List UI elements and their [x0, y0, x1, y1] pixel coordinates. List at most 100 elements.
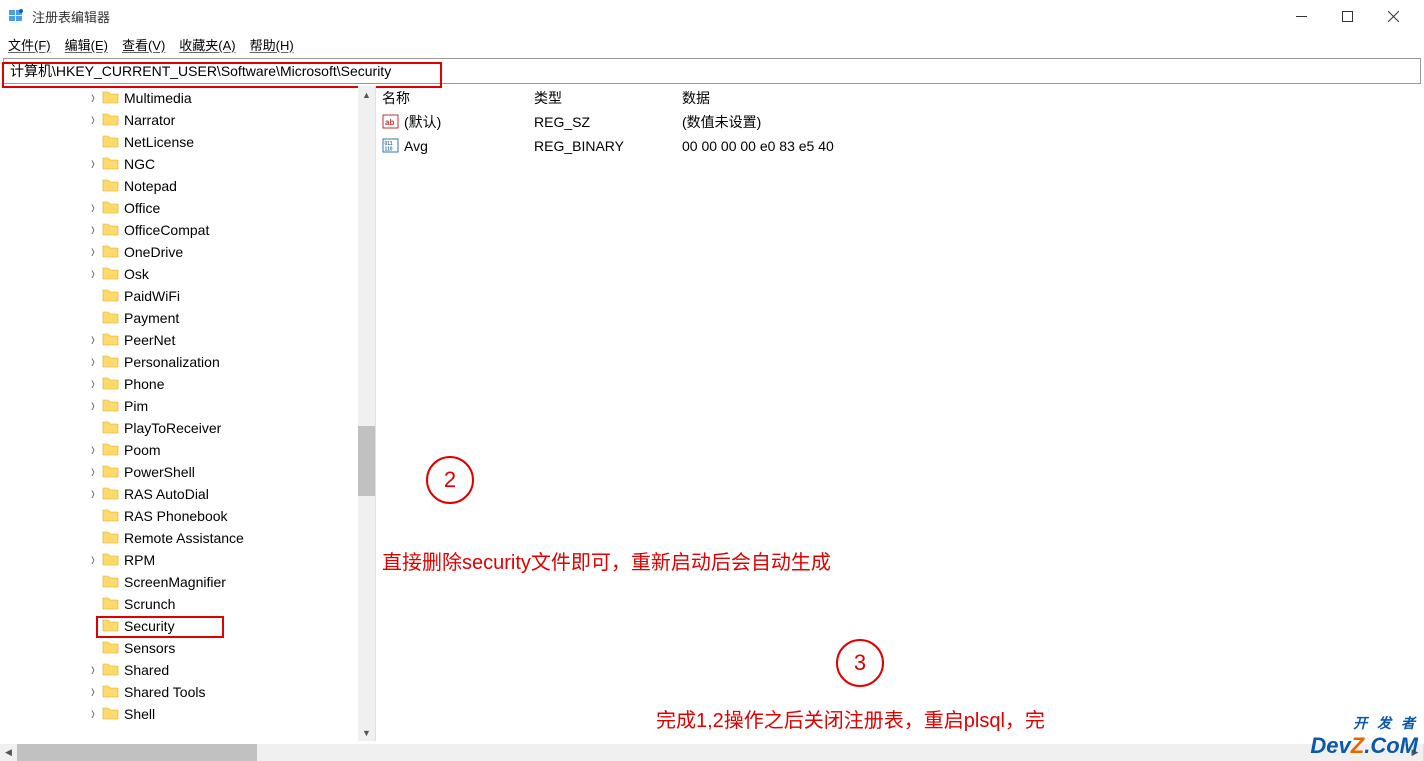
value-row[interactable]: 011110AvgREG_BINARY00 00 00 00 e0 83 e5 … — [376, 134, 1424, 158]
maximize-button[interactable] — [1324, 0, 1370, 32]
tree-item-paidwifi[interactable]: PaidWiFi — [0, 285, 375, 307]
tree-item-shared[interactable]: ›Shared — [0, 659, 375, 681]
tree-item-playtoreceiver[interactable]: PlayToReceiver — [0, 417, 375, 439]
menu-edit[interactable]: 编辑(E) — [65, 35, 108, 54]
scroll-up-button[interactable]: ▲ — [358, 86, 375, 103]
hscroll-right-button[interactable]: ▶ — [1407, 744, 1424, 761]
tree-item-onedrive[interactable]: › OneDrive — [0, 241, 375, 263]
menubar: 文件(F) 编辑(E) 查看(V) 收藏夹(A) 帮助(H) — [0, 32, 1424, 56]
tree-scrollbar[interactable]: ▲ ▼ — [358, 86, 375, 741]
chevron-right-icon[interactable]: › — [86, 153, 100, 175]
tree-item-security[interactable]: Security — [0, 615, 375, 637]
tree-item-pim[interactable]: ›Pim — [0, 395, 375, 417]
folder-icon — [102, 618, 120, 634]
minimize-button[interactable] — [1278, 0, 1324, 32]
chevron-right-icon[interactable]: › — [86, 351, 100, 373]
scroll-thumb[interactable] — [358, 426, 375, 496]
chevron-right-icon[interactable]: › — [86, 439, 100, 461]
folder-icon — [102, 134, 120, 150]
tree-item-screenmagnifier[interactable]: ScreenMagnifier — [0, 571, 375, 593]
chevron-right-icon[interactable]: › — [86, 483, 100, 505]
tree-item-label: PlayToReceiver — [124, 420, 221, 436]
horizontal-scrollbar[interactable]: ◀ ▶ — [0, 744, 1424, 761]
tree-item-phone[interactable]: ›Phone — [0, 373, 375, 395]
tree-item-osk[interactable]: ›Osk — [0, 263, 375, 285]
hscroll-thumb[interactable] — [17, 744, 257, 761]
menu-file[interactable]: 文件(F) — [8, 35, 51, 54]
tree-item-remote-assistance[interactable]: Remote Assistance — [0, 527, 375, 549]
tree-item-narrator[interactable]: ›Narrator — [0, 109, 375, 131]
titlebar: 注册表编辑器 — [0, 0, 1424, 32]
close-button[interactable] — [1370, 0, 1416, 32]
tree-item-shared-tools[interactable]: › Shared Tools — [0, 681, 375, 703]
folder-icon — [102, 90, 120, 106]
binary-value-icon: 011110 — [382, 137, 400, 155]
value-pane: 名称 类型 数据 ab(默认)REG_SZ(数值未设置)011110AvgREG… — [376, 86, 1424, 741]
chevron-right-icon[interactable]: › — [86, 395, 100, 417]
folder-icon — [102, 486, 120, 502]
menu-help[interactable]: 帮助(H) — [250, 35, 294, 54]
tree-item-label: Shared Tools — [124, 684, 205, 700]
tree-pane: ›Multimedia›NarratorNetLicense›NGCNotepa… — [0, 86, 376, 741]
address-bar[interactable]: 计算机\HKEY_CURRENT_USER\Software\Microsoft… — [3, 58, 1421, 84]
tree-item-label: Sensors — [124, 640, 175, 656]
folder-icon — [102, 310, 120, 326]
chevron-right-icon[interactable]: › — [86, 373, 100, 395]
menu-favorites[interactable]: 收藏夹(A) — [179, 35, 235, 54]
annotation-step3-text: 完成1,2操作之后关闭注册表，重启plsql，完 — [656, 704, 1045, 733]
chevron-right-icon[interactable]: › — [86, 263, 100, 285]
chevron-right-icon[interactable]: › — [86, 549, 100, 571]
chevron-right-icon[interactable]: › — [86, 659, 100, 681]
tree-item-payment[interactable]: Payment — [0, 307, 375, 329]
tree-item-rpm[interactable]: ›RPM — [0, 549, 375, 571]
chevron-right-icon[interactable]: › — [86, 703, 100, 725]
menu-view[interactable]: 查看(V) — [122, 35, 165, 54]
tree-item-shell[interactable]: › Shell — [0, 703, 375, 725]
chevron-right-icon[interactable]: › — [86, 109, 100, 131]
tree-item-ras-autodial[interactable]: ›RAS AutoDial — [0, 483, 375, 505]
tree-item-sensors[interactable]: Sensors — [0, 637, 375, 659]
app-icon — [8, 8, 24, 24]
chevron-right-icon[interactable]: › — [86, 329, 100, 351]
chevron-right-icon[interactable]: › — [86, 197, 100, 219]
tree-item-label: OneDrive — [124, 244, 183, 260]
folder-icon — [102, 640, 120, 656]
col-type[interactable]: 类型 — [534, 88, 682, 108]
tree-item-label: Shell — [124, 706, 155, 722]
chevron-right-icon[interactable]: › — [86, 461, 100, 483]
tree-item-peernet[interactable]: ›PeerNet — [0, 329, 375, 351]
tree-item-ngc[interactable]: › NGC — [0, 153, 375, 175]
annotation-step2-circle: 2 — [426, 456, 474, 504]
tree-item-powershell[interactable]: ›PowerShell — [0, 461, 375, 483]
tree-item-label: Poom — [124, 442, 161, 458]
value-list[interactable]: ab(默认)REG_SZ(数值未设置)011110AvgREG_BINARY00… — [376, 110, 1424, 158]
chevron-right-icon[interactable]: › — [86, 681, 100, 703]
tree-item-poom[interactable]: › Poom — [0, 439, 375, 461]
tree-list[interactable]: ›Multimedia›NarratorNetLicense›NGCNotepa… — [0, 86, 375, 725]
tree-item-ras-phonebook[interactable]: RAS Phonebook — [0, 505, 375, 527]
folder-icon — [102, 552, 120, 568]
value-name: (默认) — [404, 112, 534, 132]
col-data[interactable]: 数据 — [682, 88, 1424, 108]
tree-item-office[interactable]: ›Office — [0, 197, 375, 219]
column-header[interactable]: 名称 类型 数据 — [376, 86, 1424, 110]
tree-item-scrunch[interactable]: Scrunch — [0, 593, 375, 615]
chevron-right-icon[interactable]: › — [86, 241, 100, 263]
window-controls — [1278, 0, 1416, 32]
value-name: Avg — [404, 138, 534, 154]
tree-item-label: Remote Assistance — [124, 530, 244, 546]
tree-item-label: NGC — [124, 156, 155, 172]
hscroll-track[interactable] — [257, 744, 1407, 761]
value-row[interactable]: ab(默认)REG_SZ(数值未设置) — [376, 110, 1424, 134]
tree-item-officecompat[interactable]: ›OfficeCompat — [0, 219, 375, 241]
tree-item-notepad[interactable]: Notepad — [0, 175, 375, 197]
hscroll-left-button[interactable]: ◀ — [0, 744, 17, 761]
tree-item-multimedia[interactable]: ›Multimedia — [0, 87, 375, 109]
scroll-down-button[interactable]: ▼ — [358, 724, 375, 741]
col-name[interactable]: 名称 — [382, 88, 534, 108]
tree-item-personalization[interactable]: ›Personalization — [0, 351, 375, 373]
chevron-right-icon[interactable]: › — [86, 219, 100, 241]
window-title: 注册表编辑器 — [32, 7, 1278, 26]
tree-item-netlicense[interactable]: NetLicense — [0, 131, 375, 153]
chevron-right-icon[interactable]: › — [86, 87, 100, 109]
